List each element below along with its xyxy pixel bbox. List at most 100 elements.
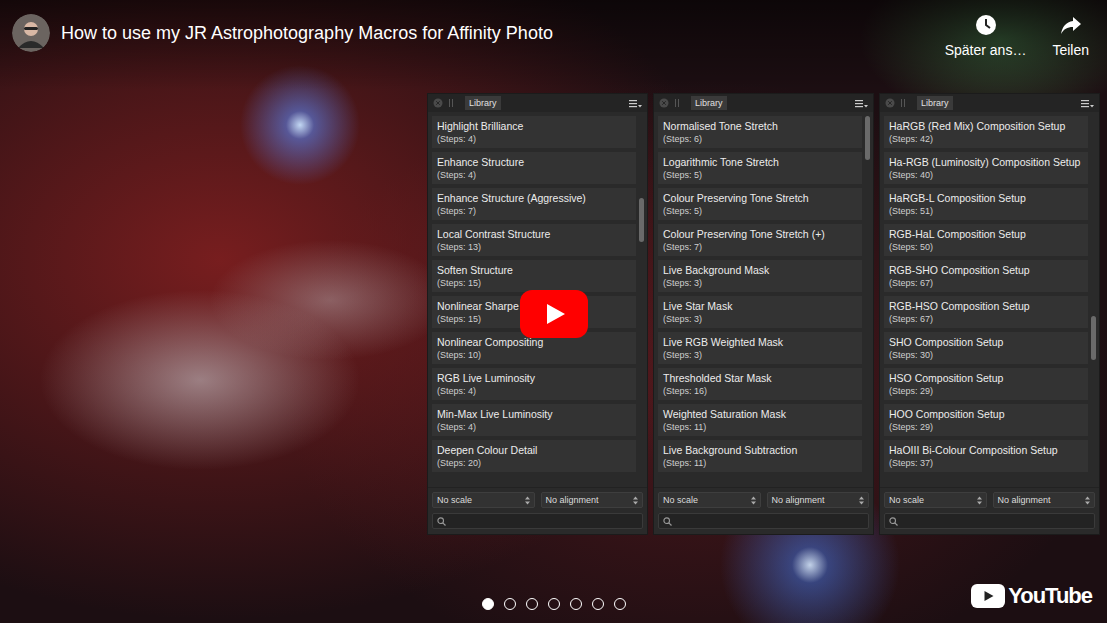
grip-icon[interactable] — [448, 98, 454, 108]
scrollbar[interactable] — [1091, 116, 1096, 483]
search-icon — [437, 517, 446, 526]
play-button[interactable] — [520, 290, 588, 338]
slide-dot[interactable] — [614, 598, 626, 610]
macro-item[interactable]: Colour Preserving Tone Stretch (+)(Steps… — [658, 224, 862, 256]
slide-dot[interactable] — [526, 598, 538, 610]
macro-item[interactable]: Colour Preserving Tone Stretch(Steps: 5) — [658, 188, 862, 220]
person-icon — [12, 14, 50, 52]
slide-dot[interactable] — [592, 598, 604, 610]
alignment-select[interactable]: No alignment — [541, 492, 644, 508]
library-panel: Library HaRGB (Red Mix) Composition Setup… — [879, 93, 1100, 535]
macro-steps: (Steps: 11) — [663, 421, 857, 433]
macro-item[interactable]: RGB-HSO Composition Setup(Steps: 67) — [884, 296, 1088, 328]
channel-avatar[interactable] — [12, 14, 50, 52]
slide-dot[interactable] — [504, 598, 516, 610]
macro-item[interactable]: Local Contrast Structure(Steps: 13) — [432, 224, 636, 256]
macro-name: Live Background Subtraction — [663, 443, 857, 457]
grip-icon[interactable] — [900, 98, 906, 108]
macro-item[interactable]: HSO Composition Setup(Steps: 29) — [884, 368, 1088, 400]
updown-icon — [751, 496, 756, 505]
macro-steps: (Steps: 3) — [663, 277, 857, 289]
menu-icon[interactable] — [629, 99, 642, 108]
macro-name: Live Background Mask — [663, 263, 857, 277]
macro-item[interactable]: Enhance Structure(Steps: 4) — [432, 152, 636, 184]
macro-steps: (Steps: 7) — [663, 241, 857, 253]
macro-steps: (Steps: 30) — [889, 349, 1083, 361]
macro-item[interactable]: HaOIII Bi-Colour Composition Setup(Steps… — [884, 440, 1088, 472]
macro-steps: (Steps: 50) — [889, 241, 1083, 253]
scrollbar[interactable] — [639, 116, 644, 483]
menu-icon[interactable] — [1081, 99, 1094, 108]
macro-item[interactable]: Enhance Structure (Aggressive)(Steps: 7) — [432, 188, 636, 220]
macro-item[interactable]: Thresholded Star Mask(Steps: 16) — [658, 368, 862, 400]
youtube-logo[interactable]: YouTube — [971, 583, 1092, 609]
search-field[interactable] — [432, 513, 643, 529]
grip-icon[interactable] — [674, 98, 680, 108]
slide-dot[interactable] — [482, 598, 494, 610]
macro-item[interactable]: RGB-HaL Composition Setup(Steps: 50) — [884, 224, 1088, 256]
macro-steps: (Steps: 3) — [663, 349, 857, 361]
macro-steps: (Steps: 4) — [437, 133, 631, 145]
close-icon[interactable] — [433, 98, 443, 108]
panel-footer: No scale No alignment — [880, 487, 1099, 534]
action-button[interactable]: Teilen — [1052, 14, 1089, 58]
macro-item[interactable]: HOO Composition Setup(Steps: 29) — [884, 404, 1088, 436]
menu-icon[interactable] — [855, 99, 868, 108]
panel-header: Library — [654, 94, 873, 112]
alignment-select[interactable]: No alignment — [767, 492, 870, 508]
macro-list: Normalised Tone Stretch(Steps: 6) Logarit… — [654, 112, 873, 487]
panel-tab[interactable]: Library — [917, 96, 953, 110]
macro-item[interactable]: Live RGB Weighted Mask(Steps: 3) — [658, 332, 862, 364]
macro-item[interactable]: Live Star Mask(Steps: 3) — [658, 296, 862, 328]
macro-item[interactable]: HaRGB (Red Mix) Composition Setup(Steps:… — [884, 116, 1088, 148]
macro-item[interactable]: Live Background Subtraction(Steps: 11) — [658, 440, 862, 472]
macro-item[interactable]: HaRGB-L Composition Setup(Steps: 51) — [884, 188, 1088, 220]
search-icon — [889, 517, 898, 526]
scrollbar-thumb[interactable] — [865, 116, 870, 160]
search-icon — [663, 517, 672, 526]
video-player[interactable]: Library Highlight Brilliance(Steps: 4) Enh… — [0, 0, 1107, 623]
macro-item[interactable]: RGB Live Luminosity(Steps: 4) — [432, 368, 636, 400]
alignment-select[interactable]: No alignment — [993, 492, 1096, 508]
macro-name: Min-Max Live Luminosity — [437, 407, 631, 421]
macro-item[interactable]: Soften Structure(Steps: 15) — [432, 260, 636, 292]
slide-dot[interactable] — [548, 598, 560, 610]
macro-item[interactable]: Normalised Tone Stretch(Steps: 6) — [658, 116, 862, 148]
scrollbar-thumb[interactable] — [639, 198, 644, 242]
panel-tab[interactable]: Library — [691, 96, 727, 110]
scale-select[interactable]: No scale — [884, 492, 987, 508]
macro-item[interactable]: Highlight Brilliance(Steps: 4) — [432, 116, 636, 148]
close-icon[interactable] — [885, 98, 895, 108]
macro-item[interactable]: Deepen Colour Detail(Steps: 20) — [432, 440, 636, 472]
search-field[interactable] — [658, 513, 869, 529]
macro-steps: (Steps: 3) — [663, 313, 857, 325]
macro-item[interactable]: SHO Composition Setup(Steps: 30) — [884, 332, 1088, 364]
macro-name: SHO Composition Setup — [889, 335, 1083, 349]
scale-select[interactable]: No scale — [432, 492, 535, 508]
macro-steps: (Steps: 6) — [663, 133, 857, 145]
action-button[interactable]: Später ans… — [945, 14, 1027, 58]
macro-item[interactable]: Weighted Saturation Mask(Steps: 11) — [658, 404, 862, 436]
macro-item[interactable]: Logarithmic Tone Stretch(Steps: 5) — [658, 152, 862, 184]
macro-steps: (Steps: 40) — [889, 169, 1083, 181]
panel-tab[interactable]: Library — [465, 96, 501, 110]
macro-steps: (Steps: 29) — [889, 385, 1083, 397]
macro-name: Enhance Structure (Aggressive) — [437, 191, 631, 205]
macro-name: HOO Composition Setup — [889, 407, 1083, 421]
macro-item[interactable]: Min-Max Live Luminosity(Steps: 4) — [432, 404, 636, 436]
scrollbar-thumb[interactable] — [1091, 316, 1096, 360]
youtube-icon — [971, 584, 1005, 608]
video-title[interactable]: How to use my JR Astrophotography Macros… — [61, 21, 553, 45]
macro-item[interactable]: Live Background Mask(Steps: 3) — [658, 260, 862, 292]
macro-steps: (Steps: 5) — [663, 205, 857, 217]
scale-select[interactable]: No scale — [658, 492, 761, 508]
scrollbar[interactable] — [865, 116, 870, 483]
macro-item[interactable]: Ha-RGB (Luminosity) Composition Setup(St… — [884, 152, 1088, 184]
slide-dot[interactable] — [570, 598, 582, 610]
macro-name: RGB-SHO Composition Setup — [889, 263, 1083, 277]
macro-steps: (Steps: 51) — [889, 205, 1083, 217]
macro-item[interactable]: RGB-SHO Composition Setup(Steps: 67) — [884, 260, 1088, 292]
macro-steps: (Steps: 16) — [663, 385, 857, 397]
close-icon[interactable] — [659, 98, 669, 108]
search-field[interactable] — [884, 513, 1095, 529]
